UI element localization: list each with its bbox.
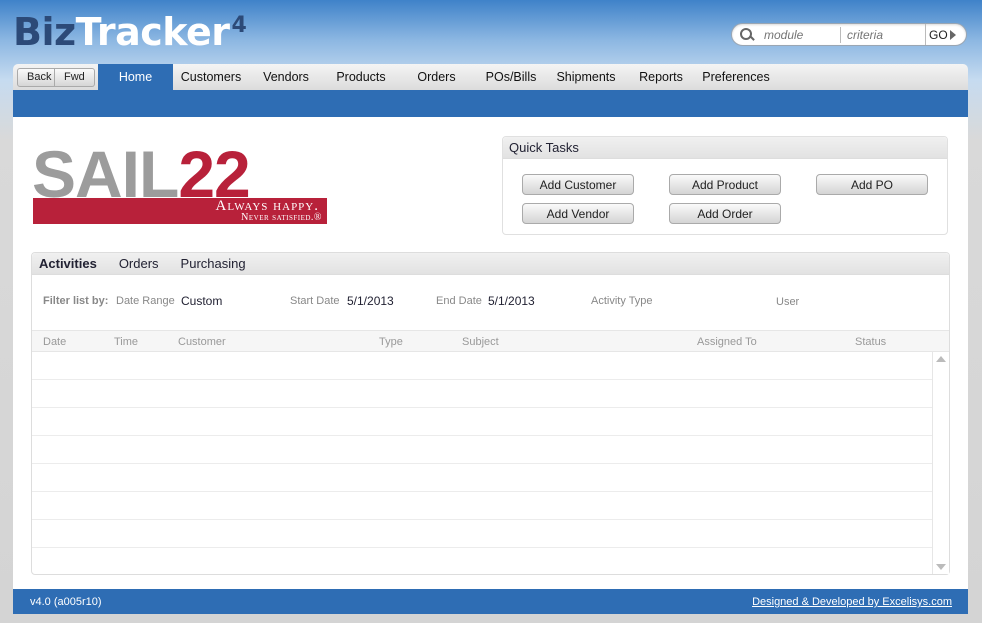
version-text: v4.0 (a005r10) xyxy=(30,596,102,608)
back-button[interactable]: Back xyxy=(17,67,55,87)
tab-shipments[interactable]: Shipments xyxy=(548,64,624,90)
criteria-input[interactable] xyxy=(841,25,925,44)
table-row xyxy=(32,520,932,548)
col-assigned-to[interactable]: Assigned To xyxy=(697,336,757,348)
table-row xyxy=(32,464,932,492)
col-status[interactable]: Status xyxy=(855,336,886,348)
table-row xyxy=(32,436,932,464)
table-row xyxy=(32,548,932,576)
brand-tracker: Tracker xyxy=(75,10,230,54)
go-button[interactable]: GO xyxy=(925,24,960,45)
footer: v4.0 (a005r10) Designed & Developed by E… xyxy=(13,589,968,614)
table-row xyxy=(32,492,932,520)
date-range-select[interactable]: Custom xyxy=(181,294,222,308)
quick-tasks-panel: Quick Tasks Add Customer Add Product Add… xyxy=(502,136,948,235)
module-input[interactable] xyxy=(758,25,840,44)
tab-preferences[interactable]: Preferences xyxy=(698,64,774,90)
filter-bar: Filter list by: Date Range Custom Start … xyxy=(32,275,949,330)
app-logo: BizTracker4 xyxy=(13,10,247,54)
add-order-button[interactable]: Add Order xyxy=(669,203,781,224)
forward-button[interactable]: Fwd xyxy=(55,67,95,87)
tab-activity-orders[interactable]: Orders xyxy=(112,256,166,271)
add-customer-button[interactable]: Add Customer xyxy=(522,174,634,195)
brand-version-mark: 4 xyxy=(231,13,247,38)
search-icon xyxy=(738,25,758,45)
date-range-label: Date Range xyxy=(116,295,175,307)
tab-reports[interactable]: Reports xyxy=(624,64,698,90)
filter-label: Filter list by: xyxy=(43,295,109,307)
table-row xyxy=(32,408,932,436)
activity-type-label: Activity Type xyxy=(591,295,653,307)
nav-subbar xyxy=(13,90,968,117)
start-date-field[interactable]: 5/1/2013 xyxy=(347,294,394,308)
tab-orders[interactable]: Orders xyxy=(399,64,474,90)
col-date[interactable]: Date xyxy=(43,336,66,348)
activities-table-header: Date Time Customer Type Subject Assigned… xyxy=(32,330,949,352)
credit-link[interactable]: Designed & Developed by Excelisys.com xyxy=(752,596,952,608)
add-po-button[interactable]: Add PO xyxy=(816,174,928,195)
col-time[interactable]: Time xyxy=(114,336,138,348)
col-subject[interactable]: Subject xyxy=(462,336,499,348)
col-customer[interactable]: Customer xyxy=(178,336,226,348)
logo-tagline-bar: Always happy. Never satisfied.® xyxy=(33,198,327,224)
tab-pos-bills[interactable]: POs/Bills xyxy=(474,64,548,90)
col-type[interactable]: Type xyxy=(379,336,403,348)
company-logo: SAIL22 Always happy. Never satisfied.® xyxy=(32,139,327,226)
brand-biz: Biz xyxy=(13,10,76,54)
quick-tasks-title: Quick Tasks xyxy=(503,137,947,159)
logo-tagline-2: Never satisfied.® xyxy=(241,212,322,223)
search-box: GO xyxy=(731,23,967,46)
tab-purchasing[interactable]: Purchasing xyxy=(174,256,253,271)
end-date-field[interactable]: 5/1/2013 xyxy=(488,294,535,308)
tab-customers[interactable]: Customers xyxy=(173,64,249,90)
start-date-label: Start Date xyxy=(290,295,340,307)
main-content: SAIL22 Always happy. Never satisfied.® Q… xyxy=(13,117,968,589)
scroll-up-icon[interactable] xyxy=(936,356,946,362)
add-vendor-button[interactable]: Add Vendor xyxy=(522,203,634,224)
add-product-button[interactable]: Add Product xyxy=(669,174,781,195)
table-row xyxy=(32,380,932,408)
table-scrollbar[interactable] xyxy=(932,352,949,574)
nav-tabs: Home Customers Vendors Products Orders P… xyxy=(98,64,774,90)
scroll-down-icon[interactable] xyxy=(936,564,946,570)
go-label: GO xyxy=(929,27,948,42)
activities-tabs: Activities Orders Purchasing xyxy=(32,253,949,275)
tab-products[interactable]: Products xyxy=(323,64,399,90)
activities-panel: Activities Orders Purchasing Filter list… xyxy=(31,252,950,575)
tab-activities[interactable]: Activities xyxy=(32,256,104,271)
tab-home[interactable]: Home xyxy=(98,64,173,90)
user-label: User xyxy=(776,296,800,308)
table-row xyxy=(32,352,932,380)
main-nav: Back Fwd Home Customers Vendors Products… xyxy=(13,64,968,90)
history-buttons: Back Fwd xyxy=(13,64,98,90)
tab-vendors[interactable]: Vendors xyxy=(249,64,323,90)
activities-table-body xyxy=(32,352,932,574)
go-arrow-icon xyxy=(949,29,956,40)
end-date-label: End Date xyxy=(436,295,482,307)
